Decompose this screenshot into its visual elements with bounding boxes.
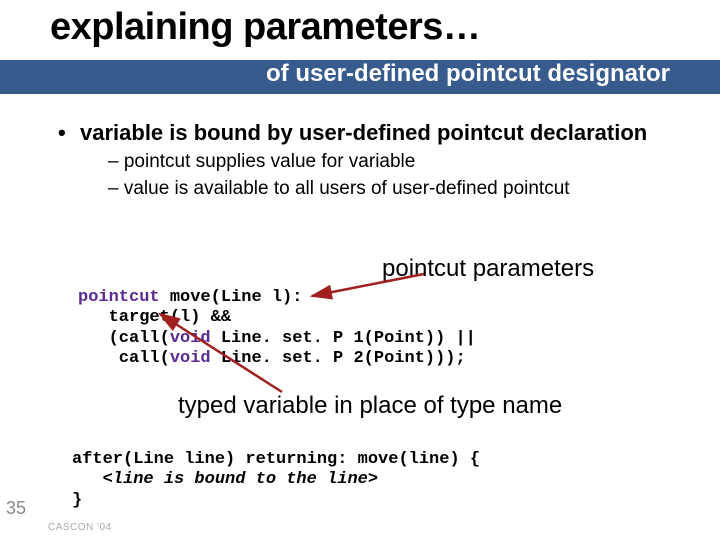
keyword-pointcut: pointcut — [78, 288, 160, 307]
sub-bullet-2: – value is available to all users of use… — [108, 177, 570, 202]
code1-l1b: move(Line l): — [160, 288, 303, 307]
code1-l2: target(l) && — [78, 308, 231, 327]
code1-l4b: Line. set. P 2(Point))); — [211, 349, 466, 368]
code1-l3a: (call( — [78, 329, 170, 348]
slide: explaining parameters… of user-defined p… — [0, 0, 720, 540]
bullet-level1: •variable is bound by user-defined point… — [58, 120, 647, 146]
keyword-void-1: void — [170, 329, 211, 348]
code-block-1: pointcut move(Line l): target(l) && (cal… — [78, 288, 476, 370]
bullet-level2-group: – pointcut supplies value for variable –… — [108, 150, 570, 203]
bullet-text: variable is bound by user-defined pointc… — [80, 120, 647, 145]
code1-l3b: Line. set. P 1(Point)) || — [211, 329, 476, 348]
annotation-typed-variable: typed variable in place of type name — [178, 392, 562, 420]
bullet-dot: • — [58, 120, 80, 146]
code1-l4a: call( — [78, 349, 170, 368]
code2-l1: after(Line line) returning: move(line) { — [72, 450, 480, 469]
code2-l2: <line is bound to the line> — [72, 470, 378, 489]
code2-l3: } — [72, 491, 82, 510]
slide-title: explaining parameters… — [50, 6, 480, 49]
keyword-void-2: void — [170, 349, 211, 368]
sub-bullet-1: – pointcut supplies value for variable — [108, 150, 570, 175]
footer-text: CASCON '04 — [48, 522, 112, 533]
slide-subtitle: of user-defined pointcut designator — [266, 60, 670, 88]
code-block-2: after(Line line) returning: move(line) {… — [72, 450, 480, 511]
slide-number: 35 — [6, 498, 26, 519]
annotation-pointcut-params: pointcut parameters — [382, 255, 594, 283]
